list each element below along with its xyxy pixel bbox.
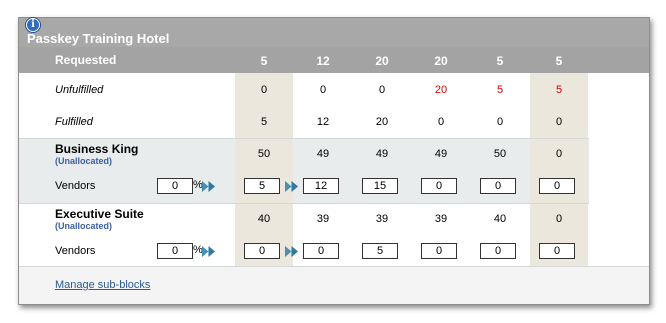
requested-value: 20	[375, 54, 389, 68]
unfulfilled-value: 20	[434, 84, 448, 96]
fulfilled-value: 0	[555, 116, 563, 128]
unfulfilled-value: 0	[319, 84, 327, 96]
vendor-input[interactable]: 0	[421, 178, 457, 194]
unallocated-value: 0	[555, 213, 563, 225]
highlight-column-first	[235, 73, 293, 267]
footer: Manage sub-blocks	[19, 267, 649, 304]
unallocated-value: 0	[555, 148, 563, 160]
fulfilled-value: 5	[260, 116, 268, 128]
fulfilled-value: 20	[375, 116, 389, 128]
requested-value: 5	[496, 54, 504, 68]
unallocated-value: 39	[434, 213, 448, 225]
vendor-input[interactable]: 0	[539, 178, 575, 194]
unallocated-value: 40	[257, 213, 271, 225]
fast-forward-icon[interactable]	[202, 246, 215, 257]
fulfilled-value: 0	[437, 116, 445, 128]
unallocated-value: 39	[316, 213, 330, 225]
unfulfilled-value: 0	[378, 84, 386, 96]
unfulfilled-value: 5	[496, 84, 504, 96]
vendor-input[interactable]: 0	[421, 243, 457, 259]
fulfilled-label: Fulfilled	[55, 116, 93, 128]
page-title: Passkey Training Hotel	[27, 31, 170, 46]
group-subtitle: (Unallocated)	[55, 156, 113, 166]
unallocated-value: 50	[493, 148, 507, 160]
unallocated-value: 40	[493, 213, 507, 225]
vendor-input[interactable]: 12	[303, 178, 339, 194]
unallocated-value: 49	[434, 148, 448, 160]
vendor-input[interactable]: 0	[539, 243, 575, 259]
divider	[19, 138, 589, 139]
unfulfilled-label: Unfulfilled	[55, 84, 104, 96]
divider	[19, 203, 589, 204]
vendors-label: Vendors	[55, 245, 96, 257]
requested-label: Requested	[55, 53, 117, 67]
percent-input[interactable]: 0	[157, 178, 193, 194]
vendor-input[interactable]: 0	[303, 243, 339, 259]
inventory-panel: i Passkey Training Hotel Requested 5 12 …	[18, 17, 650, 305]
highlight-column-last	[530, 73, 588, 267]
unallocated-value: 39	[375, 213, 389, 225]
title-bar: i Passkey Training Hotel	[19, 18, 649, 47]
vendor-input[interactable]: 0	[480, 243, 516, 259]
fast-forward-icon[interactable]	[202, 181, 215, 192]
group-title: Executive Suite	[55, 207, 144, 221]
requested-value: 5	[555, 54, 563, 68]
requested-value: 12	[316, 54, 330, 68]
info-icon[interactable]: i	[26, 18, 40, 32]
fulfilled-value: 0	[496, 116, 504, 128]
vendor-input[interactable]: 0	[480, 178, 516, 194]
unfulfilled-value: 0	[260, 84, 268, 96]
requested-value: 5	[260, 54, 268, 68]
unallocated-value: 49	[375, 148, 389, 160]
vendor-input[interactable]: 0	[244, 243, 280, 259]
unallocated-value: 50	[257, 148, 271, 160]
percent-input[interactable]: 0	[157, 243, 193, 259]
requested-value: 20	[434, 54, 448, 68]
vendor-input[interactable]: 15	[362, 178, 398, 194]
fast-forward-icon[interactable]	[285, 246, 298, 257]
fulfilled-value: 12	[316, 116, 330, 128]
group-title: Business King	[55, 142, 139, 156]
vendor-input[interactable]: 5	[362, 243, 398, 259]
vendor-input[interactable]: 5	[244, 178, 280, 194]
requested-row: Requested 5 12 20 20 5 5	[19, 47, 649, 73]
group-subtitle: (Unallocated)	[55, 221, 113, 231]
fast-forward-icon[interactable]	[285, 181, 298, 192]
manage-sub-blocks-link[interactable]: Manage sub-blocks	[55, 279, 150, 291]
vendors-label: Vendors	[55, 180, 96, 192]
unfulfilled-value: 5	[555, 84, 563, 96]
unallocated-value: 49	[316, 148, 330, 160]
